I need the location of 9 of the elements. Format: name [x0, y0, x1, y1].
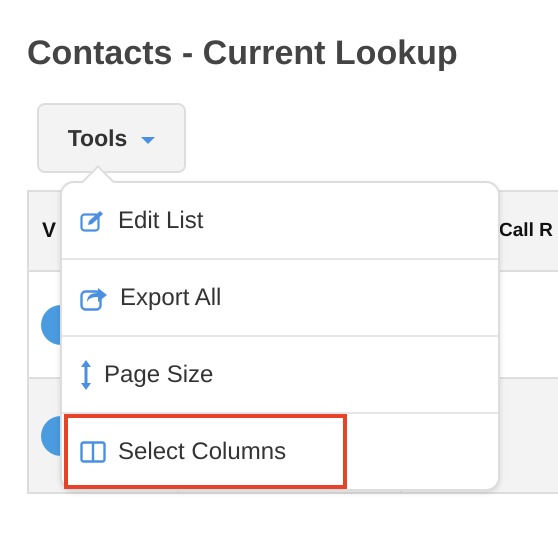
caret-icon	[141, 136, 156, 144]
columns-icon	[80, 440, 106, 462]
menu-item[interactable]: Page Size	[62, 337, 498, 414]
vertical-arrows-icon	[80, 360, 92, 390]
menu-item[interactable]: Export All	[62, 260, 498, 337]
edit-icon	[80, 210, 106, 232]
page-title: Contacts - Current Lookup	[26, 33, 459, 73]
tools-button[interactable]: Tools	[37, 103, 186, 173]
menu-item[interactable]: Select Columns	[64, 414, 347, 489]
